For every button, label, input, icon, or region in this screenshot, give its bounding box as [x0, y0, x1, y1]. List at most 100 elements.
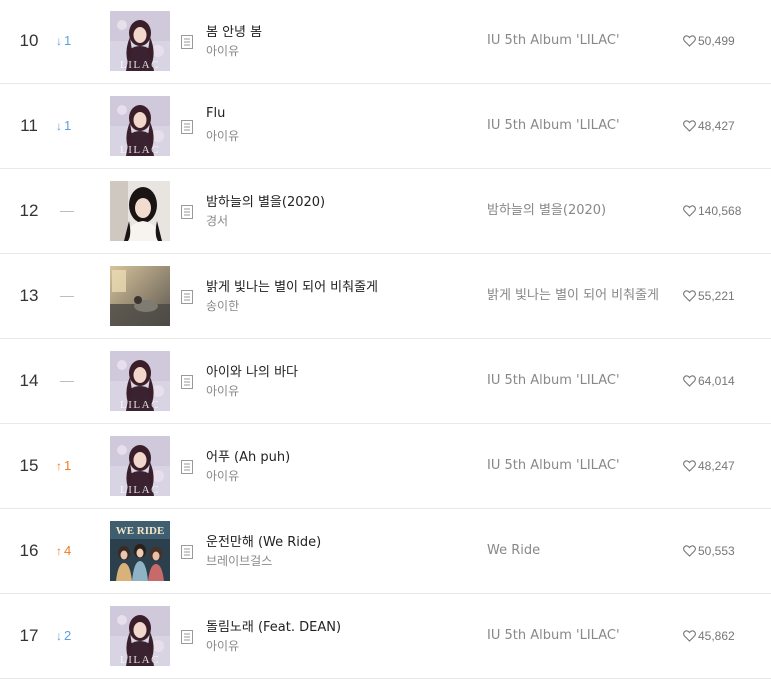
lyrics-icon[interactable] [181, 34, 193, 49]
rank-change: ↑ 1 [56, 424, 86, 508]
rank-change: ↓ 2 [56, 594, 86, 678]
album-name[interactable]: 밝게 빛나는 별이 되어 비춰줄게 [487, 254, 662, 338]
rank-change: ↑ 4 [56, 509, 86, 593]
artist-name[interactable]: 송이한 [206, 297, 239, 314]
rank-number: 17 [19, 626, 39, 645]
chart-row[interactable]: 15 ↑ 1 LILAC 어푸 (Ah puh) 아이유 IU 5th Album 'LIL… [0, 424, 771, 509]
artist-name[interactable]: 아이유 [206, 382, 239, 399]
arrow-up-icon: ↑ [56, 544, 62, 558]
no-change-icon [60, 381, 74, 383]
artist-name[interactable]: 브레이브걸스 [206, 552, 272, 569]
rank-change-none [56, 169, 86, 253]
song-title[interactable]: 밤하늘의 별을(2020) [206, 191, 461, 210]
song-title[interactable]: 어푸 (Ah puh) [206, 446, 461, 465]
chart-row[interactable]: 17 ↓ 2 LILAC 돌림노래 (Feat. DEAN) 아이유 IU 5th Albu… [0, 594, 771, 679]
song-title[interactable]: 운전만해 (We Ride) [206, 531, 461, 550]
cover-lilac-text: LILAC [120, 484, 160, 496]
like-count[interactable]: 50,553 [683, 509, 735, 593]
chart-row[interactable]: 10 ↓ 1 LILAC 봄 안녕 봄아이유 IU 5th Album 'LILAC' 50… [0, 0, 771, 84]
rank-change: ↓ 1 [56, 84, 86, 168]
rank-number: 11 [20, 116, 38, 135]
rank-number: 16 [19, 541, 39, 560]
rank-number: 15 [19, 456, 39, 475]
chart-row[interactable]: 11 ↓ 1 LILAC Flu 아이유 IU 5th Album 'LILAC' 48,42… [0, 84, 771, 169]
album-name[interactable]: We Ride [487, 509, 662, 593]
lyrics-icon[interactable] [181, 544, 193, 559]
no-change-icon [60, 211, 74, 213]
rank-change-value: 4 [64, 543, 72, 558]
rank-change-none [56, 254, 86, 338]
heart-icon[interactable] [683, 34, 698, 48]
album-cover[interactable]: LILAC [110, 606, 170, 666]
lyrics-icon[interactable] [181, 374, 193, 389]
heart-icon[interactable] [683, 629, 698, 643]
lyrics-icon[interactable] [181, 119, 193, 134]
rank-change-value: 2 [64, 628, 72, 643]
chart-row[interactable]: 16 ↑ 4 WE RIDE 운전만해 (We Ride) 브레이브걸스 We Ride 50… [0, 509, 771, 594]
rank-number: 13 [19, 286, 39, 305]
heart-icon[interactable] [683, 204, 698, 218]
rank-number: 12 [19, 201, 39, 220]
no-change-icon [60, 296, 74, 298]
artist-name[interactable]: 아이유 [206, 127, 239, 144]
artist-name[interactable]: 아이유 [206, 42, 239, 59]
like-count-value: 45,862 [698, 629, 735, 643]
album-cover[interactable] [110, 181, 170, 241]
song-title[interactable]: 아이와 나의 바다 [206, 361, 461, 380]
rank-change-value: 1 [64, 118, 72, 133]
song-title[interactable]: 봄 안녕 봄 [206, 21, 461, 40]
like-count[interactable]: 45,862 [683, 594, 735, 678]
rank-change-none [56, 339, 86, 423]
heart-icon[interactable] [683, 459, 698, 473]
like-count-value: 48,247 [698, 459, 735, 473]
heart-icon[interactable] [683, 289, 698, 303]
album-name[interactable]: IU 5th Album 'LILAC' [487, 0, 662, 83]
album-cover[interactable]: LILAC [110, 96, 170, 156]
like-count[interactable]: 48,427 [683, 84, 735, 168]
album-cover[interactable] [110, 266, 170, 326]
album-name[interactable]: 밤하늘의 별을(2020) [487, 169, 662, 253]
album-cover[interactable]: LILAC [110, 436, 170, 496]
chart-row[interactable]: 13 밝게 빛나는 별이 되어 비춰줄게 송이한 밝게 빛나는 별이 되어 비춰줄게 5… [0, 254, 771, 339]
album-name[interactable]: IU 5th Album 'LILAC' [487, 339, 662, 423]
artist-name[interactable]: 경서 [206, 212, 228, 229]
rank-change: ↓ 1 [56, 0, 86, 83]
like-count[interactable]: 64,014 [683, 339, 735, 423]
heart-icon[interactable] [683, 544, 698, 558]
heart-icon[interactable] [683, 374, 698, 388]
chart-row[interactable]: 12 밤하늘의 별을(2020) 경서 밤하늘의 별을(2020) 140,568 [0, 169, 771, 254]
like-count[interactable]: 140,568 [683, 169, 741, 253]
song-title[interactable]: Flu [206, 106, 461, 121]
rank-number: 10 [19, 31, 39, 50]
album-cover[interactable]: LILAC [110, 351, 170, 411]
like-count[interactable]: 48,247 [683, 424, 735, 508]
like-count-value: 50,499 [698, 34, 735, 48]
lyrics-icon[interactable] [181, 289, 193, 304]
song-title[interactable]: 밝게 빛나는 별이 되어 비춰줄게 [206, 276, 461, 295]
arrow-down-icon: ↓ [56, 119, 62, 133]
song-title[interactable]: 돌림노래 (Feat. DEAN) [206, 616, 461, 635]
album-name[interactable]: IU 5th Album 'LILAC' [487, 594, 662, 678]
album-cover[interactable]: WE RIDE [110, 521, 170, 581]
arrow-down-icon: ↓ [56, 629, 62, 643]
album-cover[interactable]: LILAC [110, 11, 170, 71]
cover-lilac-text: LILAC [120, 144, 160, 156]
like-count[interactable]: 50,499 [683, 0, 735, 83]
cover-lilac-text: LILAC [120, 654, 160, 666]
chart-row[interactable]: 14 LILAC 아이와 나의 바다 아이유 IU 5th Album 'LILAC' 6… [0, 339, 771, 424]
album-name[interactable]: IU 5th Album 'LILAC' [487, 424, 662, 508]
lyrics-icon[interactable] [181, 629, 193, 644]
rank-change-value: 1 [64, 33, 72, 48]
like-count[interactable]: 55,221 [683, 254, 735, 338]
lyrics-icon[interactable] [181, 204, 193, 219]
cover-lilac-text: LILAC [120, 399, 160, 411]
album-name[interactable]: IU 5th Album 'LILAC' [487, 84, 662, 168]
artist-name[interactable]: 아이유 [206, 637, 239, 654]
arrow-up-icon: ↑ [56, 459, 62, 473]
like-count-value: 140,568 [698, 204, 742, 218]
artist-name[interactable]: 아이유 [206, 467, 239, 484]
heart-icon[interactable] [683, 119, 698, 133]
like-count-value: 64,014 [698, 374, 735, 388]
cover-lilac-text: LILAC [120, 59, 160, 71]
lyrics-icon[interactable] [181, 459, 193, 474]
